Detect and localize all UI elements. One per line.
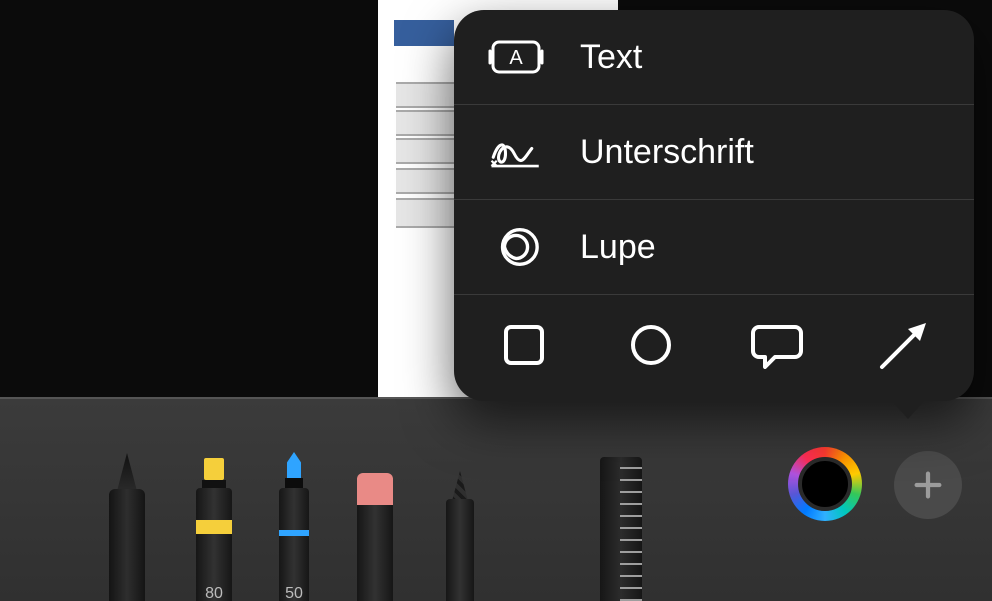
selected-color-swatch [798,457,852,511]
signature-icon [488,124,544,180]
plus-icon [911,468,945,502]
add-annotation-button[interactable] [894,451,962,519]
popover-item-label: Lupe [580,228,656,267]
popover-item-label: Unterschrift [580,133,754,172]
popover-item-signature[interactable]: Unterschrift [454,105,974,200]
ruler-ticks-icon [620,467,642,601]
highlighter-tip-icon [204,458,224,480]
markup-toolbar: 80 50 [0,397,992,601]
add-annotation-popover: A Text Unterschrift Lupe [454,10,974,401]
app-viewport: 80 50 [0,0,992,601]
popover-item-text[interactable]: A Text [454,10,974,105]
speech-bubble-icon [751,321,803,369]
pencil-tip-icon [452,471,468,501]
document-logo [394,20,454,46]
eraser-tool[interactable] [353,433,397,601]
shape-speech-bubble-button[interactable] [747,315,807,375]
popover-item-label: Text [580,38,642,77]
marker-width-label: 50 [273,585,315,601]
marker-tip-icon [287,452,301,478]
svg-text:A: A [509,47,523,69]
loupe-icon [488,219,544,275]
arrow-icon [876,317,932,373]
pencil-tool[interactable] [440,433,480,601]
pen-tip-icon [117,453,137,491]
shape-square-button[interactable] [494,315,554,375]
shape-circle-button[interactable] [621,315,681,375]
popover-shape-row [454,295,974,401]
square-icon [500,321,548,369]
pen-tool[interactable] [105,423,149,601]
circle-icon [627,321,675,369]
shape-arrow-button[interactable] [874,315,934,375]
color-picker-button[interactable] [788,447,862,521]
eraser-tip-icon [357,473,393,507]
text-box-icon: A [488,29,544,85]
ruler-tool[interactable] [592,423,650,601]
highlighter-tool[interactable]: 80 [190,428,238,601]
popover-item-loupe[interactable]: Lupe [454,200,974,295]
highlighter-width-label: 80 [190,585,238,601]
marker-tool[interactable]: 50 [273,428,315,601]
